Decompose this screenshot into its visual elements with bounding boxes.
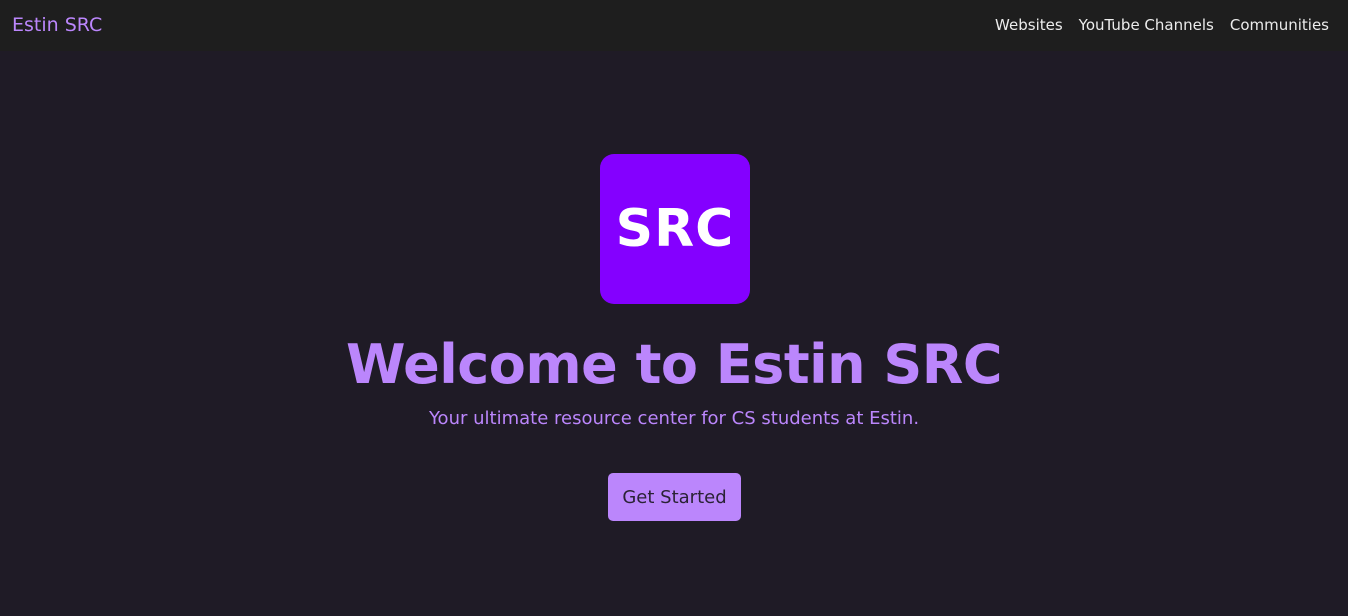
- nav-link-youtube-channels[interactable]: YouTube Channels: [1079, 15, 1214, 35]
- nav-link-websites[interactable]: Websites: [995, 15, 1063, 35]
- logo-text: SRC: [615, 199, 735, 259]
- src-logo: SRC: [600, 154, 750, 304]
- brand-link[interactable]: Estin SRC: [12, 13, 102, 37]
- hero-title: Welcome to Estin SRC: [346, 333, 1002, 396]
- hero-section: SRC Welcome to Estin SRC Your ultimate r…: [0, 51, 1348, 616]
- nav-link-communities[interactable]: Communities: [1230, 15, 1329, 35]
- get-started-button[interactable]: Get Started: [608, 473, 741, 521]
- nav-links: Websites YouTube Channels Communities: [995, 15, 1329, 35]
- hero-subtitle: Your ultimate resource center for CS stu…: [428, 408, 920, 429]
- navbar: Estin SRC Websites YouTube Channels Comm…: [0, 0, 1348, 51]
